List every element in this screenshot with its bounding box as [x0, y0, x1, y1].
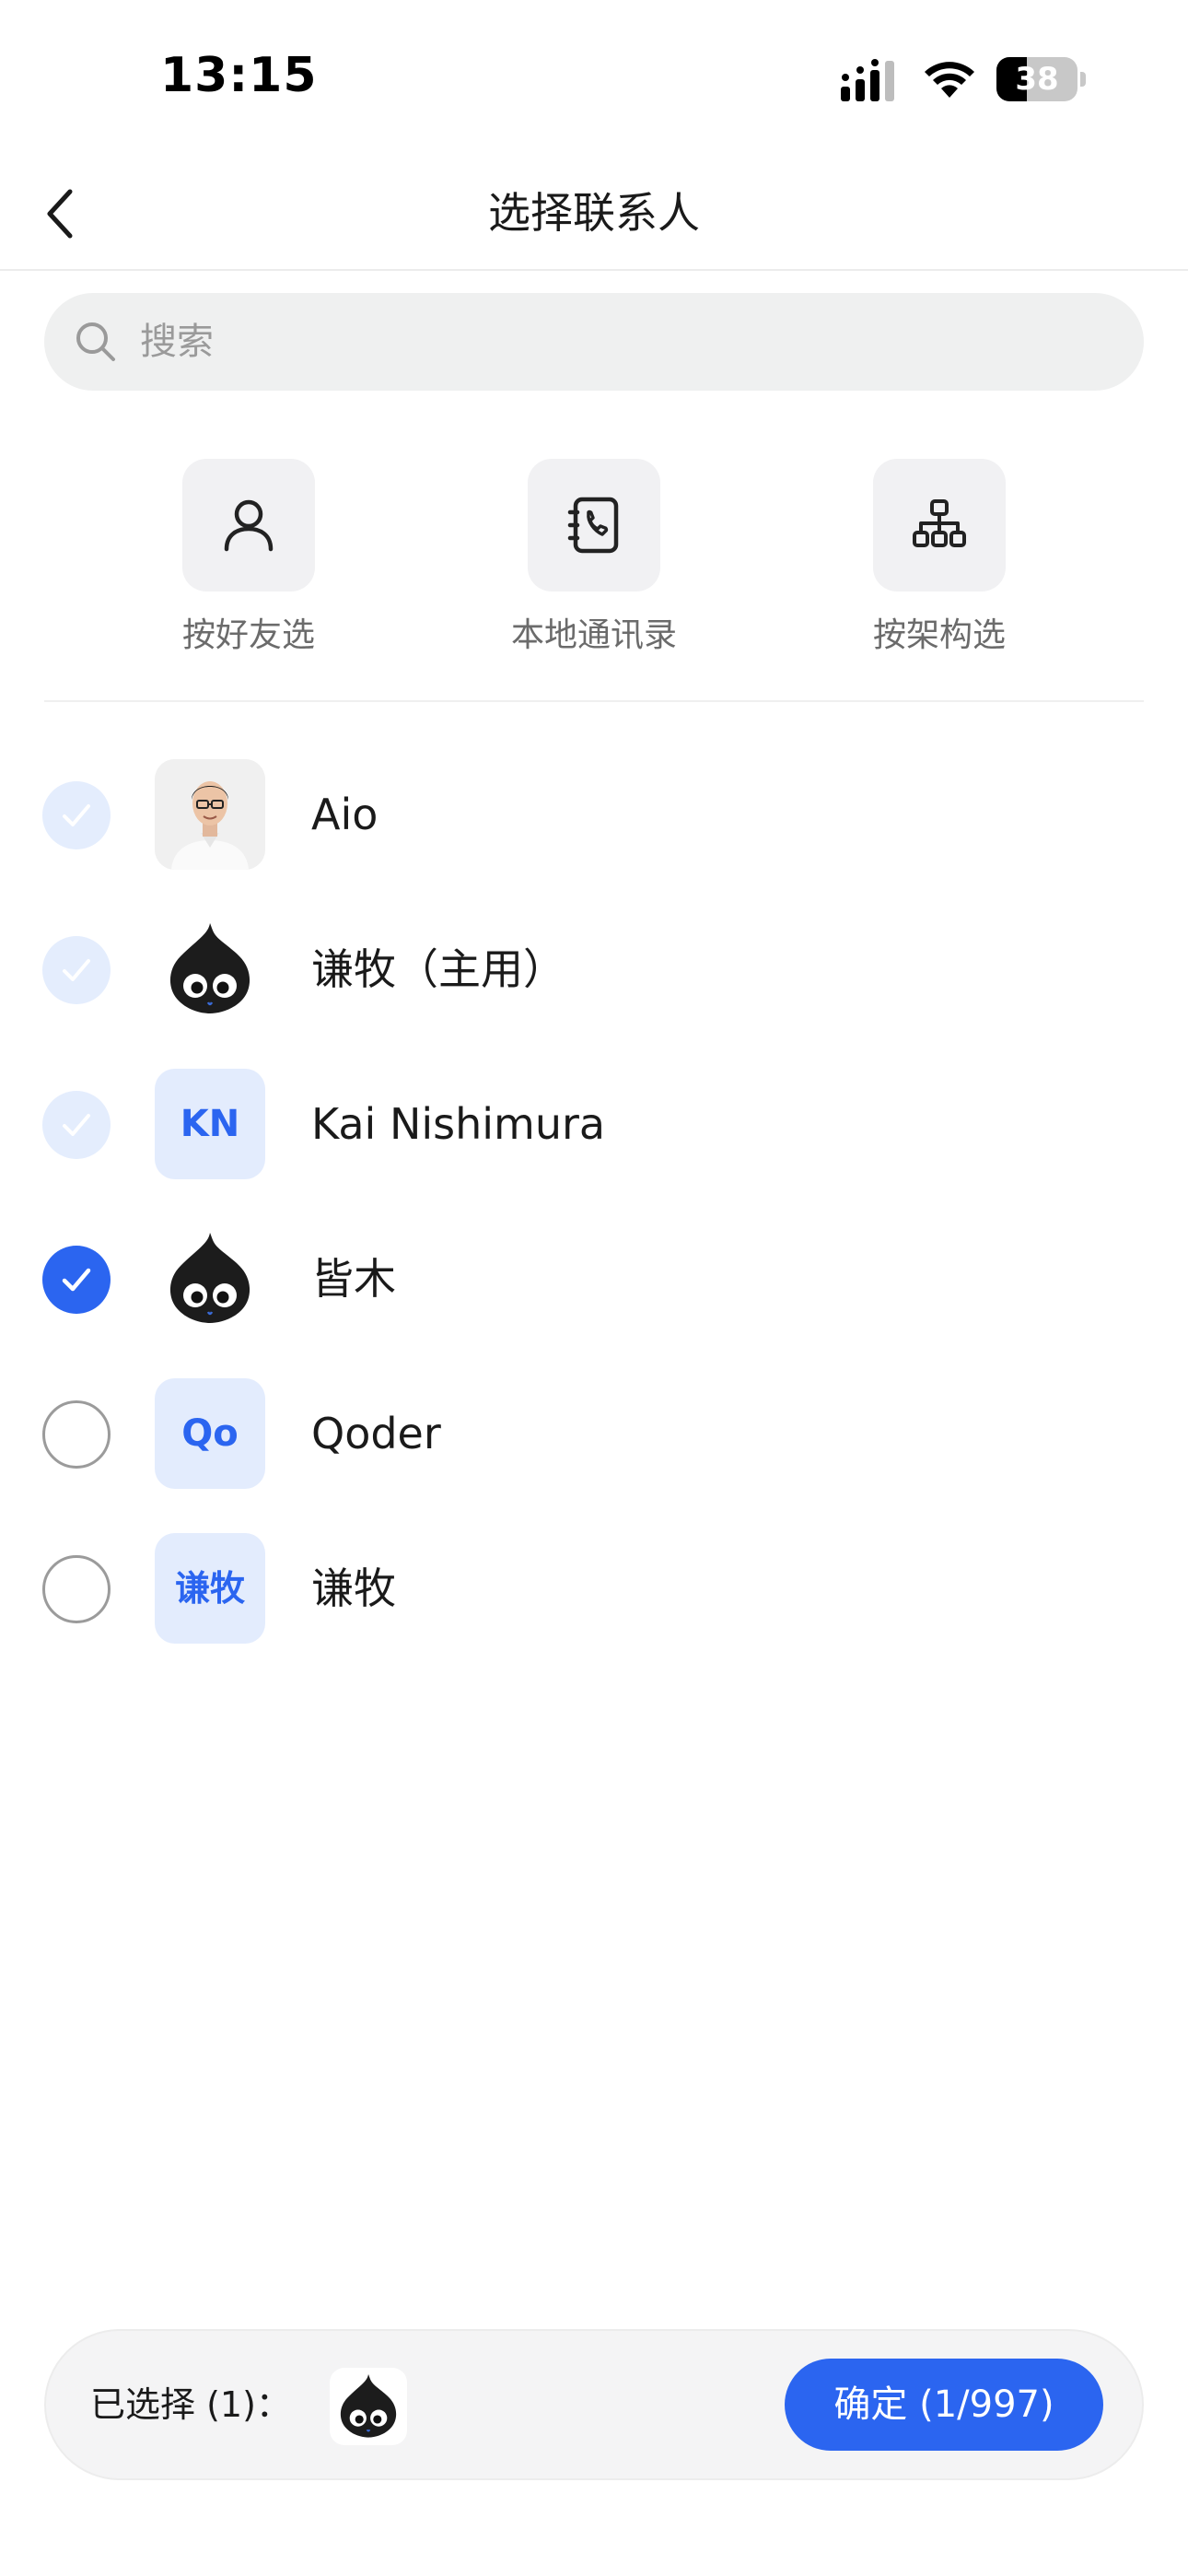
checkmark-icon	[63, 804, 90, 826]
search-bar[interactable]	[44, 293, 1144, 391]
quick-select-friends-tile[interactable]	[182, 459, 315, 591]
status-bar: 13:15 38	[0, 0, 1188, 157]
screen: 13:15 38 选择联系人 搜索 按好友选 本地通讯录 按架构选 Aio 谦牧…	[0, 0, 1188, 2576]
checkbox-locked	[42, 781, 111, 849]
cellular-signal-icon	[841, 59, 894, 101]
person-icon	[224, 499, 274, 552]
avatar-initials: KN	[155, 1069, 265, 1179]
quick-select-friends-label: 按好友选	[181, 616, 315, 654]
person-photo-avatar	[155, 759, 265, 870]
contact-name: 谦牧	[311, 1563, 396, 1613]
checkbox-unchecked[interactable]	[42, 1555, 111, 1623]
mascot-avatar-icon	[169, 923, 250, 1013]
contact-row-jiemu[interactable]: 皆木	[0, 1201, 1188, 1356]
contact-row-kai-nishimura[interactable]: KN Kai Nishimura	[0, 1047, 1188, 1201]
avatar-initials: Qo	[155, 1378, 265, 1489]
quick-select-phone-contacts-tile[interactable]	[528, 459, 660, 591]
status-time: 13:15	[160, 48, 318, 103]
checkbox-checked[interactable]	[42, 1246, 111, 1314]
contact-row-qianmu[interactable]: 谦牧 谦牧	[0, 1511, 1188, 1666]
back-button[interactable]	[28, 179, 98, 249]
checkbox-unchecked[interactable]	[42, 1400, 111, 1469]
avatar	[155, 759, 265, 870]
checkmark-icon	[62, 1268, 91, 1292]
search-icon	[76, 322, 115, 361]
quick-select-friends[interactable]: 按好友选	[129, 459, 368, 671]
checkbox-locked	[42, 936, 111, 1004]
battery-indicator: 38	[996, 57, 1086, 101]
contact-row-qoder[interactable]: Qo Qoder	[0, 1356, 1188, 1511]
confirm-button[interactable]: 确定 (1/997)	[785, 2359, 1103, 2451]
contact-row-qianmu-main[interactable]: 谦牧（主用）	[0, 892, 1188, 1047]
contact-row-aio[interactable]: Aio	[0, 737, 1188, 892]
quick-select-phone-contacts[interactable]: 本地通讯录	[474, 459, 714, 671]
quick-select-org-tile[interactable]	[873, 459, 1006, 591]
avatar	[155, 1224, 265, 1334]
contact-name: 谦牧（主用）	[311, 944, 565, 994]
quick-select-org-label: 按架构选	[872, 616, 1006, 654]
selected-contact-avatar[interactable]	[330, 2368, 407, 2445]
selected-count-label: 已选择 (1)：	[90, 2384, 291, 2425]
checkmark-icon	[63, 1114, 90, 1136]
mascot-avatar-icon	[340, 2374, 397, 2438]
quick-select-phone-contacts-label: 本地通讯录	[510, 616, 677, 654]
avatar-initials: 谦牧	[155, 1533, 265, 1644]
contact-name: 皆木	[311, 1254, 396, 1304]
search-input[interactable]	[140, 293, 1116, 391]
divider	[44, 700, 1144, 702]
contact-name: Qoder	[311, 1409, 441, 1458]
contact-name: Aio	[311, 790, 379, 839]
selection-footer: 已选择 (1)： 确定 (1/997)	[44, 2329, 1144, 2480]
org-chart-icon	[913, 499, 966, 547]
checkbox-locked	[42, 1091, 111, 1159]
avatar	[155, 914, 265, 1025]
battery-level: 38	[1015, 61, 1059, 98]
wifi-icon	[925, 62, 974, 98]
mascot-avatar-icon	[169, 1233, 250, 1323]
phone-book-icon	[567, 497, 619, 554]
checkmark-icon	[63, 959, 90, 981]
page-title: 选择联系人	[488, 188, 700, 238]
contact-name: Kai Nishimura	[311, 1099, 606, 1149]
nav-bar: 选择联系人	[0, 157, 1188, 271]
chevron-left-icon	[47, 189, 73, 239]
quick-select-org[interactable]: 按架构选	[820, 459, 1059, 671]
